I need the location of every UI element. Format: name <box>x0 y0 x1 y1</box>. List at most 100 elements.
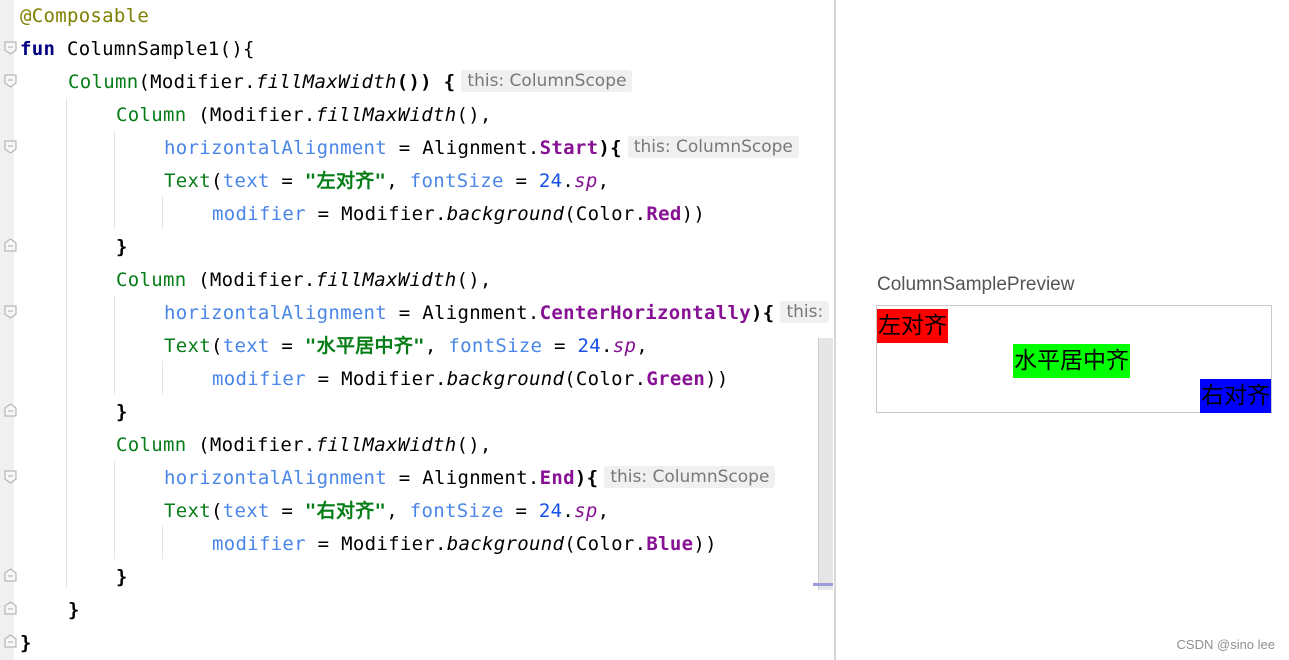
code-text: = <box>269 335 305 357</box>
closing-brace: } <box>20 632 32 654</box>
fold-open-icon[interactable] <box>4 470 17 484</box>
code-text: = <box>269 170 305 192</box>
fold-open-icon[interactable] <box>4 140 17 154</box>
code-text: , <box>424 335 449 357</box>
extension-call: fillMaxWidth <box>315 104 457 126</box>
code-line[interactable]: } <box>116 231 128 264</box>
indent-guide <box>162 361 163 394</box>
code-text: = <box>503 500 539 522</box>
fold-open-icon[interactable] <box>4 41 17 55</box>
preview-text-start: 左对齐 <box>877 309 948 343</box>
code-text: (Color. <box>564 533 647 555</box>
code-text: , <box>597 170 610 192</box>
code-line[interactable]: modifier = Modifier.background(Color.Gre… <box>212 363 729 396</box>
code-text: = Modifier. <box>305 368 447 390</box>
code-line[interactable]: } <box>20 627 32 660</box>
string-literal: "左对齐" <box>304 170 387 192</box>
code-text: )) <box>705 368 729 390</box>
code-text: , <box>636 335 648 357</box>
code-line[interactable]: Column (Modifier.fillMaxWidth(), <box>116 264 492 297</box>
code-line[interactable]: Text(text = "左对齐", fontSize = 24.sp, <box>164 165 609 198</box>
code-line[interactable]: @Composable <box>20 0 149 33</box>
composable-call: Text <box>164 500 211 522</box>
code-text: )) <box>681 203 706 225</box>
named-argument: modifier <box>212 533 306 555</box>
fold-open-icon[interactable] <box>4 305 17 319</box>
indent-guide <box>114 296 115 394</box>
number-literal: 24 <box>577 335 601 357</box>
closing-brace: } <box>116 401 128 423</box>
property: Red <box>646 203 682 225</box>
string-literal: "水平居中齐" <box>304 335 425 357</box>
indent-guide <box>66 98 67 588</box>
preview-text-center: 水平居中齐 <box>1013 344 1130 378</box>
named-argument: fontSize <box>448 335 543 357</box>
code-line[interactable]: Column (Modifier.fillMaxWidth(), <box>116 99 492 132</box>
code-line[interactable]: Text(text = "水平居中齐", fontSize = 24.sp, <box>164 330 648 363</box>
string-literal: "右对齐" <box>304 500 387 522</box>
preview-title[interactable]: ColumnSamplePreview <box>877 274 1074 296</box>
inlay-hint: this: <box>780 301 830 323</box>
code-text: ){ <box>574 467 599 489</box>
code-text: = <box>503 170 539 192</box>
indent-guide <box>162 526 163 559</box>
code-text: (), <box>456 434 492 456</box>
fold-close-icon[interactable] <box>4 238 17 252</box>
code-line[interactable]: modifier = Modifier.background(Color.Blu… <box>212 528 717 561</box>
extension-call: fillMaxWidth <box>255 71 397 93</box>
extension-call: background <box>446 533 565 555</box>
code-text: . <box>562 170 575 192</box>
property: End <box>539 467 575 489</box>
code-text: . <box>562 500 575 522</box>
vertical-scrollbar[interactable] <box>818 338 833 590</box>
code-line[interactable]: Column(Modifier.fillMaxWidth()) {this: C… <box>68 66 633 99</box>
named-argument: horizontalAlignment <box>164 137 388 159</box>
inlay-hint: this: ColumnScope <box>604 466 776 488</box>
indent-guide <box>114 131 115 229</box>
code-text: (Modifier. <box>186 434 316 456</box>
code-line[interactable]: horizontalAlignment = Alignment.End){thi… <box>164 462 776 495</box>
extension-property: sp <box>612 335 637 357</box>
inlay-hint: this: ColumnScope <box>627 136 799 158</box>
code-text: . <box>601 335 613 357</box>
code-line[interactable]: Column (Modifier.fillMaxWidth(), <box>116 429 492 462</box>
code-text: (Modifier. <box>186 104 316 126</box>
code-text: (Color. <box>564 368 647 390</box>
code-line[interactable]: } <box>68 594 80 627</box>
code-line[interactable]: modifier = Modifier.background(Color.Red… <box>212 198 705 231</box>
code-text: (), <box>456 269 492 291</box>
pane-divider[interactable] <box>834 0 836 660</box>
fold-open-icon[interactable] <box>4 74 17 88</box>
named-argument: fontSize <box>409 500 504 522</box>
fold-close-icon[interactable] <box>4 568 17 582</box>
code-line[interactable]: horizontalAlignment = Alignment.CenterHo… <box>164 297 830 330</box>
code-editor[interactable]: @Composable fun ColumnSample1(){ Column(… <box>0 0 834 660</box>
code-line[interactable]: fun ColumnSample1(){ <box>20 33 255 66</box>
fold-close-icon[interactable] <box>4 601 17 615</box>
editor-gutter <box>0 0 14 660</box>
composable-call: Column <box>68 71 139 93</box>
composable-call: Text <box>164 170 211 192</box>
code-line[interactable]: } <box>116 561 128 594</box>
indent-guide <box>114 461 115 559</box>
code-text: (Modifier. <box>186 269 316 291</box>
code-line[interactable]: Text(text = "右对齐", fontSize = 24.sp, <box>164 495 609 528</box>
preview-frame[interactable]: 左对齐 水平居中齐 右对齐 <box>876 305 1272 413</box>
code-text: = Alignment. <box>387 467 540 489</box>
watermark: CSDN @sino lee <box>1176 637 1275 652</box>
code-line[interactable]: horizontalAlignment = Alignment.Start){t… <box>164 132 799 165</box>
closing-brace: } <box>116 566 128 588</box>
inlay-hint: this: ColumnScope <box>461 70 633 92</box>
fold-close-icon[interactable] <box>4 403 17 417</box>
composable-call: Column <box>116 269 187 291</box>
property: Green <box>646 368 706 390</box>
function-name: ColumnSample1 <box>66 38 220 60</box>
indent-guide <box>162 196 163 229</box>
code-line[interactable]: } <box>116 396 128 429</box>
named-argument: text <box>222 500 270 522</box>
number-literal: 24 <box>538 500 563 522</box>
fold-close-icon[interactable] <box>4 634 17 648</box>
property: Blue <box>646 533 694 555</box>
extension-property: sp <box>574 500 598 522</box>
code-text: = Modifier. <box>305 533 447 555</box>
